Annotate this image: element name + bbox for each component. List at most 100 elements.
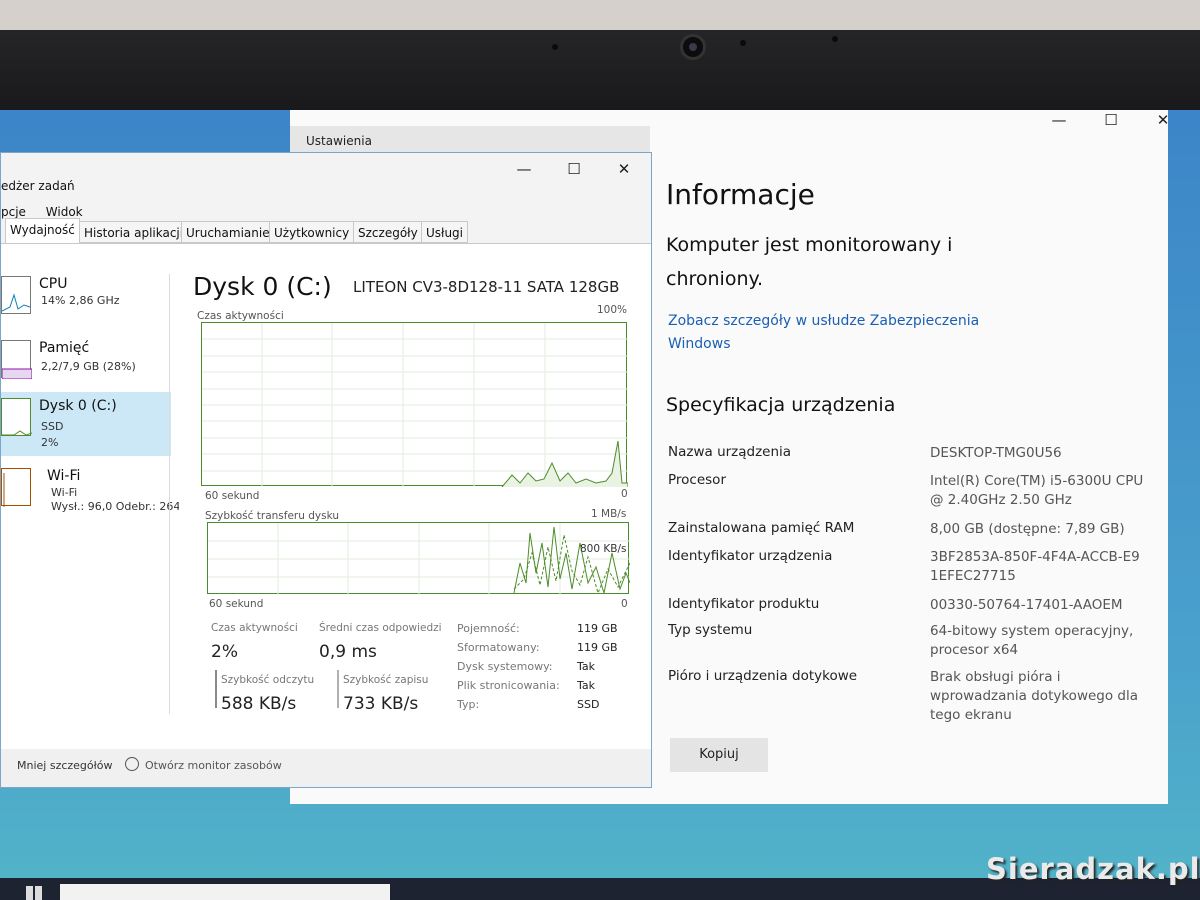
write-rate-marker	[337, 670, 339, 708]
graph1-label: Czas aktywności	[197, 310, 284, 322]
memory-thumbnail	[1, 340, 33, 380]
spec-label: Nazwa urządzenia	[668, 444, 792, 460]
graph1-time: 60 sekund	[205, 490, 260, 502]
prop-label: Pojemność:	[457, 622, 520, 635]
spec-value: Intel(R) Core(TM) i5-6300U CPU @ 2.40GHz…	[930, 473, 1144, 508]
transfer-rate-graph-svg	[208, 523, 630, 595]
settings-app-title: Ustawienia	[306, 134, 372, 148]
prop-value: 119 GB	[577, 622, 618, 635]
bezel-sensor	[832, 36, 838, 42]
sidebar-item-detail: 2,2/7,9 GB (28%)	[41, 360, 136, 373]
read-rate-series	[513, 526, 630, 594]
copy-button[interactable]: Kopiuj	[670, 738, 768, 772]
close-button[interactable]: ✕	[1148, 110, 1178, 130]
sidebar-item-detail: Wi-Fi	[51, 486, 78, 499]
menu-options[interactable]: pcje	[1, 205, 26, 219]
prop-value: Tak	[577, 679, 596, 692]
sidebar-item-name: CPU	[39, 276, 68, 292]
write-rate-label: Szybkość zapisu	[343, 674, 429, 686]
windows-start-icon[interactable]	[26, 886, 42, 900]
prop-label: Typ:	[457, 698, 480, 711]
taskmgr-footer: Mniej szczegółów Otwórz monitor zasobów	[1, 749, 651, 787]
cpu-thumbnail	[1, 276, 31, 314]
sidebar-item-wifi[interactable]: Wi-Fi Wi-Fi Wysł.: 96,0 Odebr.: 264 K	[1, 462, 179, 526]
security-status: Komputer jest monitorowany i chroniony.	[666, 234, 953, 290]
prop-value: SSD	[577, 698, 600, 711]
tab-app-history[interactable]: Historia aplikacji	[79, 221, 189, 243]
maximize-button[interactable]: ☐	[559, 159, 589, 179]
spec-label: Procesor	[668, 472, 726, 488]
active-time-label: Czas aktywności	[211, 622, 298, 634]
minimize-button[interactable]: —	[1044, 110, 1074, 130]
minimize-button[interactable]: —	[509, 159, 539, 179]
disk-model: LITEON CV3-8D128-11 SATA 128GB	[353, 278, 620, 296]
menu-bar: pcje Widok	[1, 205, 99, 219]
security-details-link[interactable]: Zobacz szczegóły w usłudze Zabezpieczeni…	[668, 310, 988, 356]
prop-label: Plik stronicowania:	[457, 679, 560, 692]
tab-startup[interactable]: Uruchamianie	[181, 221, 275, 243]
spec-label: Identyfikator urządzenia	[668, 548, 833, 564]
fewer-details-button[interactable]: Mniej szczegółów	[17, 759, 113, 772]
sidebar-item-detail: 2%	[41, 436, 59, 449]
sidebar-item-cpu[interactable]: CPU 14% 2,86 GHz	[1, 270, 171, 334]
sidebar-item-memory[interactable]: Pamięć 2,2/7,9 GB (28%)	[1, 334, 171, 398]
active-time-graph	[201, 322, 628, 487]
prop-value: Tak	[577, 660, 596, 673]
performance-panel: CPU 14% 2,86 GHz Pamięć 2,2/7,9 GB (28%)…	[1, 243, 651, 749]
sidebar-item-name: Pamięć	[39, 340, 90, 356]
spec-heading: Specyfikacja urządzenia	[666, 394, 896, 416]
response-time-value: 0,9 ms	[319, 642, 377, 662]
tab-services[interactable]: Usługi	[421, 221, 469, 243]
graph1-max: 100%	[597, 304, 628, 316]
write-rate-value: 733 KB/s	[343, 694, 419, 714]
open-resource-monitor-link[interactable]: Otwórz monitor zasobów	[145, 759, 282, 772]
sidebar-item-name: Wi-Fi	[47, 468, 81, 484]
graph2-max: 1 MB/s	[591, 508, 627, 520]
spec-label: Zainstalowana pamięć RAM	[668, 520, 855, 536]
maximize-button[interactable]: ☐	[1096, 110, 1126, 130]
disk-thumbnail	[1, 398, 33, 436]
prop-label: Sformatowany:	[457, 641, 540, 654]
spec-label: Pióro i urządzenia dotykowe	[668, 668, 858, 684]
spec-value: 64-bitowy system operacyjny, procesor x6…	[930, 623, 1134, 658]
webcam	[680, 34, 706, 60]
graph2-mid: 800 KB/s	[580, 543, 627, 555]
disk-title: Dysk 0 (C:)	[193, 272, 332, 301]
response-time-label: Średni czas odpowiedzi	[319, 622, 442, 634]
tab-performance[interactable]: Wydajność	[5, 218, 80, 244]
spec-label: Typ systemu	[668, 622, 753, 638]
graph2-label: Szybkość transferu dysku	[205, 510, 339, 522]
spec-label: Identyfikator produktu	[668, 596, 820, 612]
resource-monitor-icon	[125, 757, 139, 771]
spec-value: 8,00 GB (dostępne: 7,89 GB)	[930, 521, 1125, 537]
active-time-value: 2%	[211, 642, 238, 662]
sidebar-divider	[169, 274, 170, 714]
read-rate-value: 588 KB/s	[221, 694, 297, 714]
sidebar-item-disk[interactable]: Dysk 0 (C:) SSD 2%	[1, 392, 171, 456]
sidebar-item-detail: 14% 2,86 GHz	[41, 294, 120, 307]
graph2-min: 0	[621, 598, 628, 610]
tab-bar: Wydajność Historia aplikacji Uruchamiani…	[1, 218, 653, 244]
read-rate-label: Szybkość odczytu	[221, 674, 315, 686]
taskmgr-title: edżer zadań	[1, 179, 75, 193]
sidebar-item-name: Dysk 0 (C:)	[39, 398, 117, 414]
background-wall	[0, 0, 1200, 30]
taskbar-search-box[interactable]	[60, 884, 390, 900]
active-time-series	[501, 440, 628, 487]
active-time-graph-svg	[202, 323, 628, 487]
sidebar-item-detail: SSD	[41, 420, 64, 433]
graph1-min: 0	[621, 488, 628, 500]
tab-users[interactable]: Użytkownicy	[269, 221, 355, 243]
read-rate-marker	[215, 670, 217, 708]
close-button[interactable]: ✕	[609, 159, 639, 179]
sidebar-item-detail: Wysł.: 96,0 Odebr.: 264 K	[51, 500, 179, 513]
spec-value: Brak obsługi pióra i wprowadzania dotyko…	[930, 669, 1139, 723]
wifi-thumbnail	[1, 468, 31, 507]
menu-view[interactable]: Widok	[46, 205, 83, 219]
page-title: Informacje	[666, 178, 815, 211]
tab-details[interactable]: Szczegóły	[353, 221, 423, 243]
prop-value: 119 GB	[577, 641, 618, 654]
spec-value: 00330-50764-17401-AAOEM	[930, 597, 1123, 613]
bezel-sensor	[552, 44, 558, 50]
prop-label: Dysk systemowy:	[457, 660, 553, 673]
